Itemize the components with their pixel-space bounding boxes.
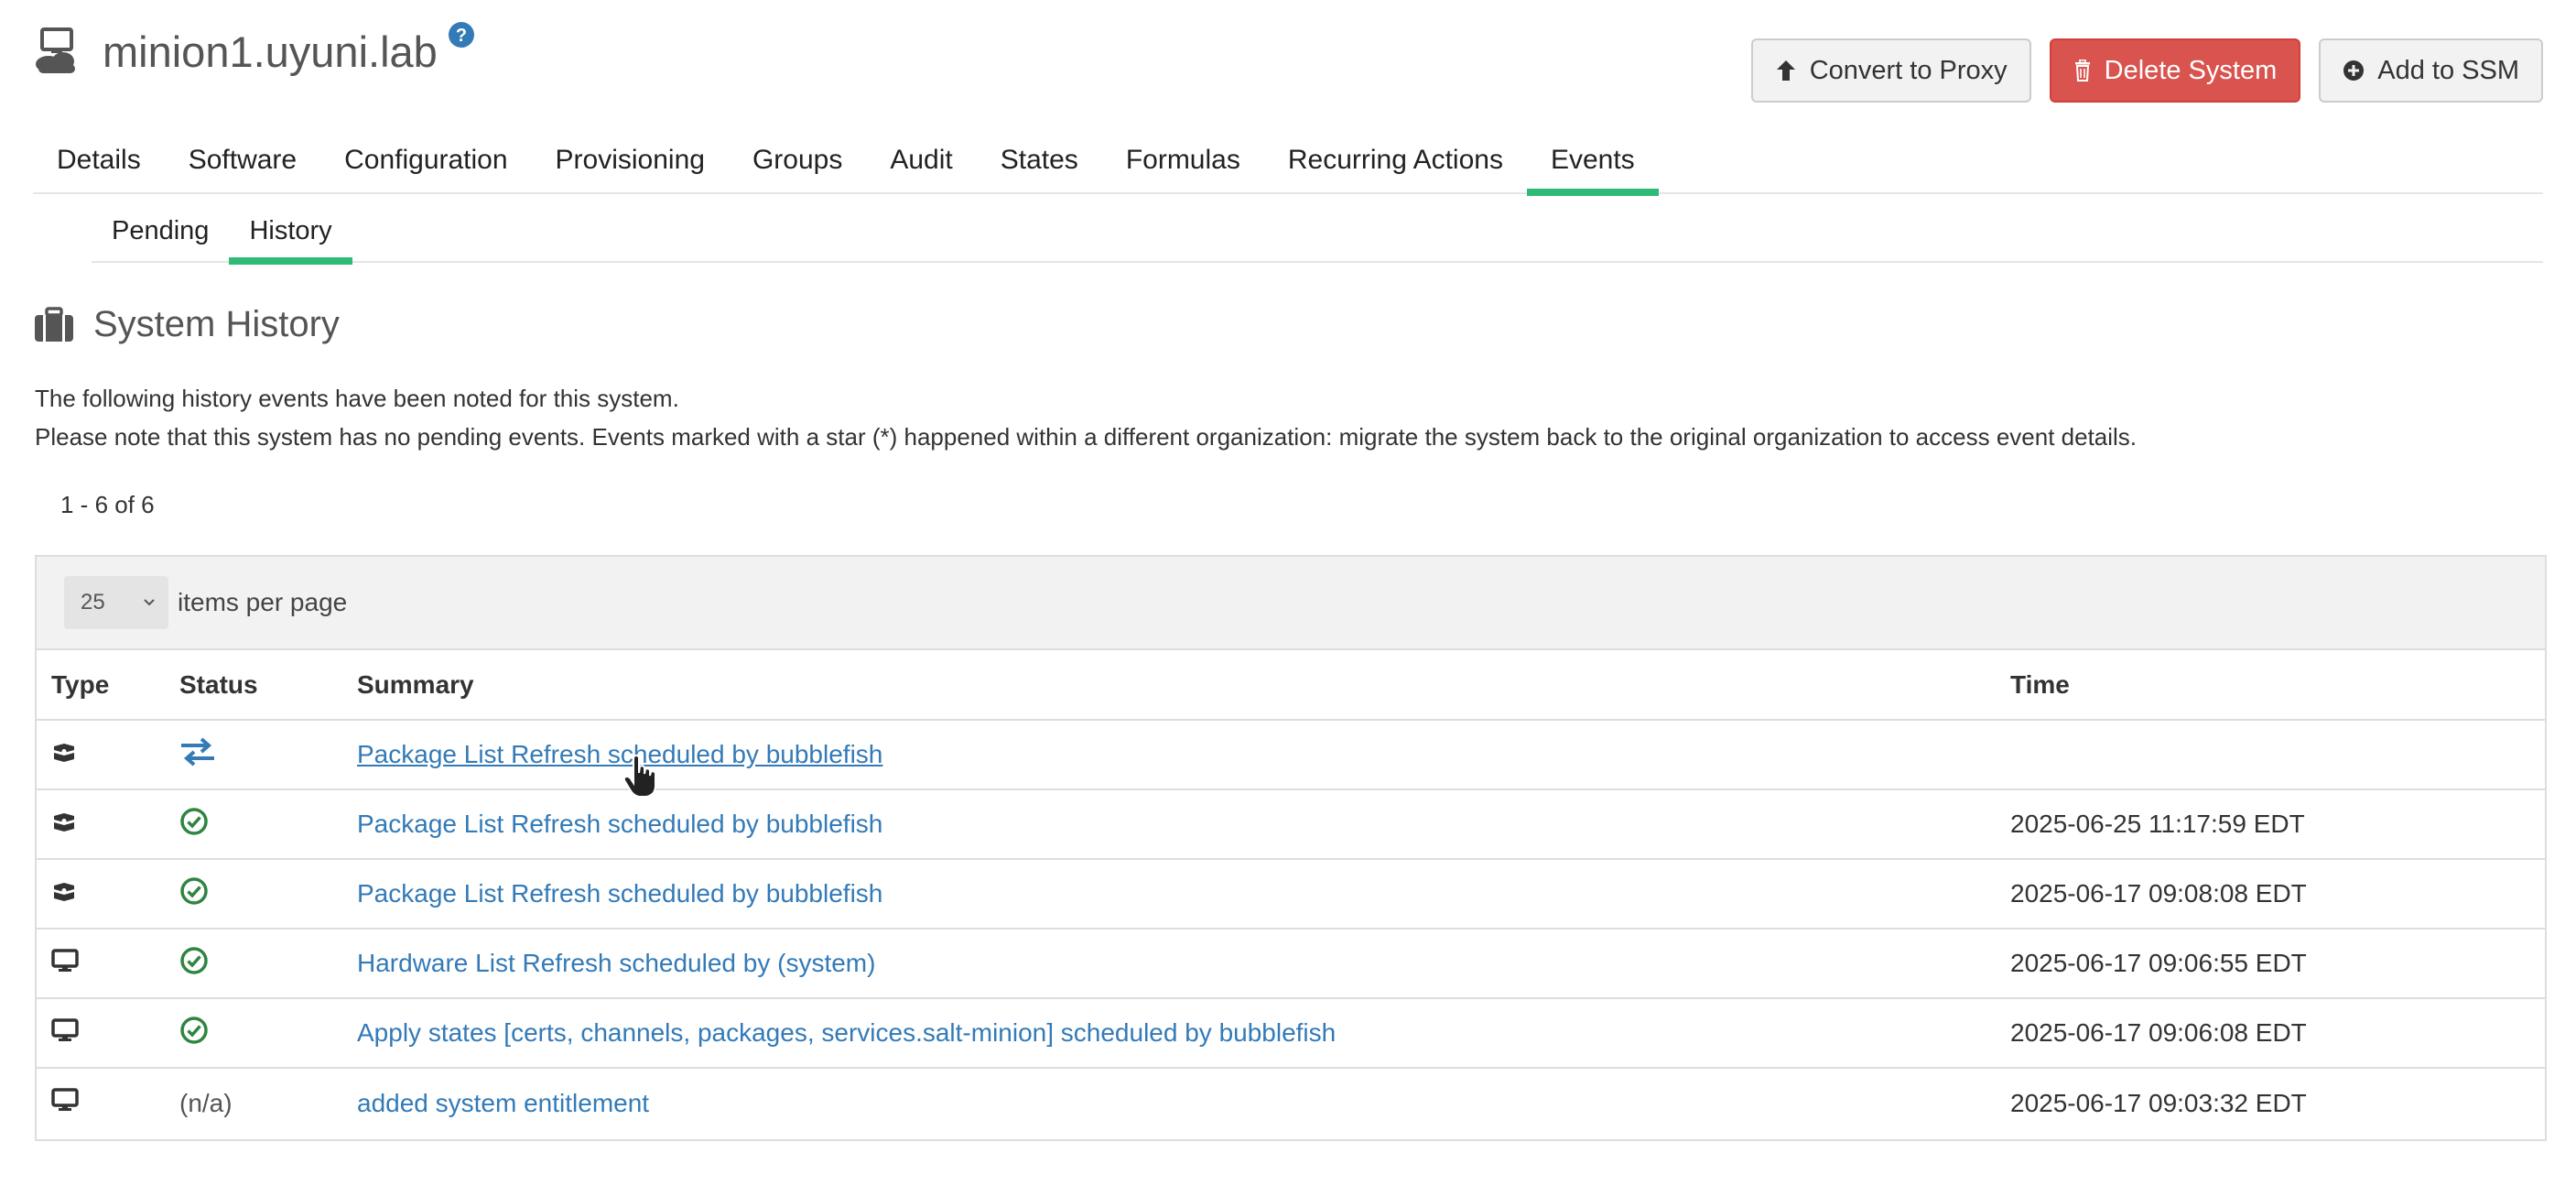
exchange-icon — [181, 736, 214, 767]
event-summary-link[interactable]: Package List Refresh scheduled by bubble… — [357, 879, 882, 908]
desktop-icon — [51, 1088, 79, 1111]
event-summary-link[interactable]: Hardware List Refresh scheduled by (syst… — [357, 949, 875, 977]
table-row: Package List Refresh scheduled by bubble… — [37, 859, 2545, 930]
check-circle-icon — [180, 807, 208, 835]
items-per-page-select[interactable]: 25 — [64, 576, 168, 629]
tab-groups[interactable]: Groups — [729, 137, 866, 194]
convert-to-proxy-button[interactable]: Convert to Proxy — [1750, 38, 2031, 103]
event-time: 2025-06-17 09:08:08 EDT — [2010, 879, 2307, 908]
check-circle-icon — [180, 946, 208, 974]
package-icon — [54, 883, 74, 901]
trash-icon — [2074, 60, 2090, 82]
tab-recurring-actions[interactable]: Recurring Actions — [1264, 137, 1527, 194]
table-toolbar: 25 items per page — [37, 557, 2545, 650]
header-actions: Convert to Proxy Delete System Add to SS… — [1750, 38, 2543, 103]
event-time: 2025-06-17 09:06:08 EDT — [2010, 1018, 2307, 1047]
convert-to-proxy-label: Convert to Proxy — [1809, 55, 2008, 85]
items-per-page-value: 25 — [81, 590, 105, 614]
tab-events[interactable]: Events — [1526, 137, 1659, 196]
tab-states[interactable]: States — [977, 137, 1102, 194]
history-note: Please note that this system has no pend… — [35, 423, 2138, 451]
pagination-count: 1 - 6 of 6 — [60, 491, 155, 518]
plus-circle-icon — [2343, 60, 2365, 81]
desktop-icon — [51, 1017, 79, 1041]
column-header-summary[interactable]: Summary — [357, 650, 2010, 721]
check-circle-icon — [180, 1016, 208, 1044]
delete-system-button[interactable]: Delete System — [2049, 38, 2301, 103]
event-time: 2025-06-25 11:17:59 EDT — [2010, 810, 2305, 838]
page-header: minion1.uyuni.lab ? Convert to Proxy Del… — [33, 20, 2543, 103]
column-header-type[interactable]: Type — [37, 650, 179, 721]
section-title: System History — [33, 304, 340, 345]
svg-text:?: ? — [456, 26, 467, 46]
event-summary-link[interactable]: added system entitlement — [357, 1089, 649, 1117]
chevron-down-icon — [144, 599, 155, 606]
tab-audit[interactable]: Audit — [866, 137, 976, 194]
subtab-history[interactable]: History — [229, 206, 352, 265]
title-wrap: minion1.uyuni.lab ? — [33, 22, 474, 76]
add-to-ssm-button[interactable]: Add to SSM — [2319, 38, 2543, 103]
event-summary-link[interactable]: Apply states [certs, channels, packages,… — [357, 1018, 1336, 1047]
table-row: Apply states [certs, channels, packages,… — [37, 998, 2545, 1069]
status-na: (n/a) — [179, 1088, 233, 1117]
items-per-page-label: items per page — [178, 588, 348, 616]
tab-formulas[interactable]: Formulas — [1102, 137, 1264, 194]
check-circle-icon — [180, 876, 208, 905]
table-row: Package List Refresh scheduled by bubble… — [37, 720, 2545, 790]
page-title: minion1.uyuni.lab — [103, 27, 438, 76]
history-table-panel: 25 items per page Type Status Summary Ti… — [35, 555, 2547, 1141]
briefcase-icon — [35, 306, 73, 342]
table-row: (n/a) added system entitlement 2025-06-1… — [37, 1068, 2545, 1137]
add-to-ssm-label: Add to SSM — [2377, 55, 2519, 85]
table-row: Package List Refresh scheduled by bubble… — [37, 789, 2545, 860]
arrow-up-icon — [1776, 60, 1795, 81]
tab-details[interactable]: Details — [33, 137, 165, 194]
help-icon[interactable]: ? — [448, 22, 474, 48]
column-header-time[interactable]: Time — [2010, 650, 2545, 721]
event-summary-link[interactable]: Package List Refresh scheduled by bubble… — [357, 810, 882, 838]
sub-tabs: Pending History — [92, 206, 2543, 265]
desktop-icon — [51, 948, 79, 972]
event-time: 2025-06-17 09:03:32 EDT — [2010, 1088, 2307, 1117]
history-description: The following history events have been n… — [35, 385, 679, 412]
table-header-row: Type Status Summary Time — [37, 650, 2545, 721]
history-table: Type Status Summary Time Package List Re… — [37, 650, 2545, 1137]
package-icon — [54, 813, 74, 832]
system-icon — [33, 27, 81, 75]
hand-cursor-icon — [622, 755, 656, 798]
package-icon — [54, 744, 74, 762]
table-row: Hardware List Refresh scheduled by (syst… — [37, 929, 2545, 999]
tab-provisioning[interactable]: Provisioning — [532, 137, 729, 194]
subtab-pending[interactable]: Pending — [92, 206, 229, 263]
section-title-text: System History — [93, 304, 340, 344]
tab-software[interactable]: Software — [165, 137, 320, 194]
main-tabs: Details Software Configuration Provision… — [33, 137, 2543, 196]
tab-configuration[interactable]: Configuration — [320, 137, 531, 194]
column-header-status[interactable]: Status — [179, 650, 357, 721]
event-summary-link[interactable]: Package List Refresh scheduled by bubble… — [357, 740, 882, 768]
event-time: 2025-06-17 09:06:55 EDT — [2010, 949, 2307, 977]
delete-system-label: Delete System — [2104, 55, 2278, 85]
